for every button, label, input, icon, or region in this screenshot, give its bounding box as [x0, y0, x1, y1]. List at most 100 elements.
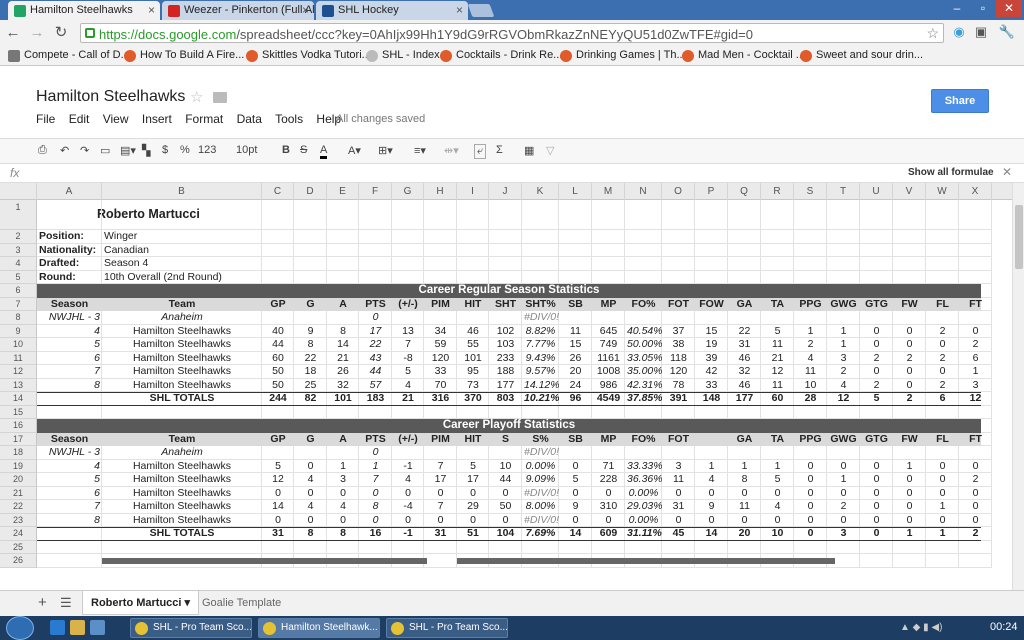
playoff-cell[interactable]: 0 [294, 487, 327, 501]
regular-cell[interactable]: 3 [827, 352, 860, 366]
column-header-x[interactable]: X [959, 183, 992, 200]
ie-icon[interactable] [50, 620, 65, 635]
playoff-total-cell[interactable]: 8 [327, 527, 359, 541]
playoff-cell[interactable]: #DIV/0! [522, 446, 559, 460]
cell-area[interactable]: Roberto Martucci Position: Winger National… [37, 200, 1012, 590]
bookmark-item[interactable]: How To Build A Fire... [124, 49, 244, 62]
playoff-cell[interactable]: 36.36% [625, 473, 662, 487]
playoff-cell[interactable]: 0 [662, 487, 695, 501]
playoff-cell[interactable]: 8 [728, 473, 761, 487]
column-label[interactable]: GWG [827, 433, 860, 447]
align-icon[interactable]: ≡▾ [414, 144, 426, 157]
playoff-cell[interactable]: 7 [359, 473, 392, 487]
column-label[interactable]: FW [893, 298, 926, 312]
playoff-cell[interactable]: 1 [359, 460, 392, 474]
row-header[interactable]: 10 [0, 338, 37, 352]
playoff-cell[interactable]: 0.00% [625, 514, 662, 528]
playoff-cell[interactable]: 0 [327, 514, 359, 528]
paste-icon[interactable]: ▤▾ [120, 144, 136, 157]
playoff-cell[interactable]: Hamilton Steelhawks [102, 500, 262, 514]
regular-total-cell[interactable]: 148 [695, 392, 728, 406]
regular-cell[interactable]: 2 [860, 379, 893, 393]
percent-format-button[interactable]: % [180, 144, 190, 156]
regular-cell[interactable]: 2 [926, 352, 959, 366]
column-label[interactable]: PTS [359, 298, 392, 312]
column-label[interactable]: GA [728, 433, 761, 447]
regular-cell[interactable]: 78 [662, 379, 695, 393]
merge-cells-icon[interactable]: ⇹▾ [444, 144, 459, 157]
playoff-cell[interactable]: 0 [926, 487, 959, 501]
playoff-total-cell[interactable]: 31 [424, 527, 457, 541]
regular-cell[interactable]: 1161 [592, 352, 625, 366]
playoff-cell[interactable]: Anaheim [102, 446, 262, 460]
new-tab-button[interactable] [467, 4, 495, 17]
regular-cell[interactable]: NWJHL - 3 [37, 311, 102, 325]
playoff-cell[interactable]: 0 [489, 487, 522, 501]
explorer-icon[interactable] [70, 620, 85, 635]
strikethrough-icon[interactable]: S [300, 144, 307, 156]
column-header-r[interactable]: R [761, 183, 794, 200]
start-button[interactable] [6, 616, 34, 640]
regular-cell[interactable] [860, 311, 893, 325]
playoff-total-cell[interactable]: 609 [592, 527, 625, 541]
playoff-cell[interactable]: 4 [294, 473, 327, 487]
regular-cell[interactable]: 9 [294, 325, 327, 339]
playoff-cell[interactable]: 9.09% [522, 473, 559, 487]
regular-cell[interactable]: 2 [827, 365, 860, 379]
playoff-cell[interactable]: 4 [695, 473, 728, 487]
column-label[interactable]: Team [102, 298, 262, 312]
playoff-total-cell[interactable]: 2 [959, 527, 992, 541]
regular-cell[interactable]: 0 [860, 325, 893, 339]
wrap-text-icon[interactable]: ⤶ [474, 144, 487, 159]
column-label[interactable]: FOT [662, 298, 695, 312]
playoff-cell[interactable]: 5 [37, 473, 102, 487]
info-label[interactable]: Round: [37, 271, 102, 285]
regular-cell[interactable]: 33 [695, 379, 728, 393]
playoff-total-cell[interactable] [37, 527, 102, 541]
forward-icon[interactable]: → [28, 24, 46, 42]
playoff-total-cell[interactable]: -1 [392, 527, 424, 541]
playoff-cell[interactable]: 11 [662, 473, 695, 487]
address-bar[interactable]: https://docs.google.com/spreadsheet/ccc?… [80, 23, 944, 43]
regular-cell[interactable]: 14.12% [522, 379, 559, 393]
regular-cell[interactable]: 24 [559, 379, 592, 393]
playoff-cell[interactable]: 0 [893, 473, 926, 487]
playoff-cell[interactable]: 0 [827, 460, 860, 474]
column-label[interactable]: (+/-) [392, 433, 424, 447]
browser-tab-spreadsheet[interactable]: Hamilton Steelhawks × [8, 1, 160, 20]
playoff-cell[interactable]: 31 [662, 500, 695, 514]
vertical-scrollbar[interactable] [1012, 183, 1024, 590]
column-header-e[interactable]: E [327, 183, 359, 200]
regular-cell[interactable]: 0 [959, 325, 992, 339]
regular-cell[interactable] [294, 311, 327, 325]
row-header[interactable]: 4 [0, 257, 37, 271]
column-header-k[interactable]: K [522, 183, 559, 200]
playoff-cell[interactable]: 9 [559, 500, 592, 514]
playoff-cell[interactable] [262, 446, 294, 460]
playoff-cell[interactable]: 0 [728, 487, 761, 501]
formula-bar[interactable]: fx Show all formulae ✕ [0, 164, 1024, 183]
redo-icon[interactable]: ↷ [80, 144, 89, 157]
playoff-cell[interactable]: 0 [424, 514, 457, 528]
playoff-cell[interactable] [559, 446, 592, 460]
regular-total-cell[interactable]: 37.85% [625, 392, 662, 406]
regular-cell[interactable]: 986 [592, 379, 625, 393]
playoff-cell[interactable] [761, 446, 794, 460]
column-label[interactable]: MP [592, 433, 625, 447]
playoff-cell[interactable]: 0 [794, 460, 827, 474]
playoff-cell[interactable]: 0.00% [625, 487, 662, 501]
regular-cell[interactable]: #DIV/0! [522, 311, 559, 325]
font-size-select[interactable]: 10pt [236, 144, 257, 156]
regular-cell[interactable]: 59 [424, 338, 457, 352]
bookmark-item[interactable]: Compete - Call of D... [8, 49, 130, 62]
playoff-cell[interactable]: 1 [926, 500, 959, 514]
playoff-cell[interactable]: NWJHL - 3 [37, 446, 102, 460]
playoff-cell[interactable]: 3 [327, 473, 359, 487]
browser-tab-youtube[interactable]: Weezer - Pinkerton (Full Al × [162, 1, 314, 20]
regular-cell[interactable]: 2 [959, 338, 992, 352]
playoff-cell[interactable]: 0 [294, 514, 327, 528]
playoff-cell[interactable]: 17 [457, 473, 489, 487]
regular-cell[interactable]: 0 [860, 365, 893, 379]
playoff-cell[interactable]: 0 [662, 514, 695, 528]
row-header[interactable]: 15 [0, 405, 37, 419]
